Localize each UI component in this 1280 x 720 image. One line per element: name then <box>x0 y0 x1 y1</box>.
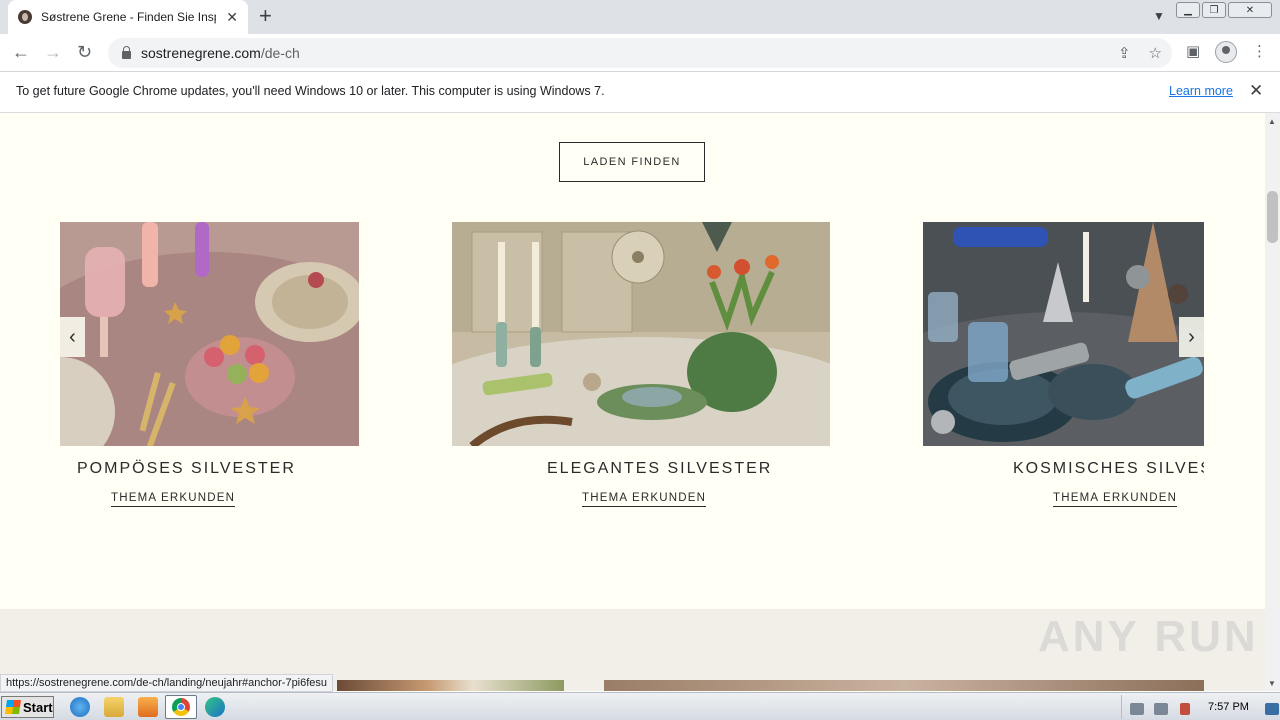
start-button[interactable]: Start <box>1 696 54 718</box>
address-bar[interactable]: sostrenegrene.com /de-ch ⇪ ☆ <box>108 38 1172 68</box>
tab-search-chevron-icon[interactable]: ▼ <box>1153 9 1165 23</box>
browser-toolbar: ← → ↻ sostrenegrene.com /de-ch ⇪ ☆ ▣ ⋮ <box>0 34 1280 72</box>
internet-explorer-icon[interactable] <box>70 697 90 717</box>
volume-icon[interactable] <box>1130 703 1144 715</box>
menu-kebab-icon[interactable]: ⋮ <box>1252 42 1267 60</box>
card-title-elegantes[interactable]: ELEGANTES SILVESTER <box>547 460 772 478</box>
share-icon[interactable]: ⇪ <box>1118 44 1131 62</box>
profile-avatar-icon[interactable] <box>1215 41 1237 63</box>
next-section-image-right[interactable] <box>604 680 1204 691</box>
carousel-prev-chevron-icon[interactable]: ‹ <box>60 317 85 357</box>
card-link-elegantes[interactable]: THEMA ERKUNDEN <box>582 492 707 507</box>
scroll-up-arrow-icon[interactable]: ▲ <box>1268 117 1276 126</box>
card-link-kosmisches[interactable]: THEMA ERKUNDEN <box>1053 492 1178 507</box>
chrome-icon <box>172 698 190 716</box>
windows-logo-icon <box>5 700 21 714</box>
card-link-pompoes[interactable]: THEMA ERKUNDEN <box>111 492 236 507</box>
tab-title: Søstrene Grene - Finden Sie Inspirat <box>41 10 216 24</box>
new-tab-icon[interactable]: + <box>259 5 272 27</box>
lock-icon[interactable] <box>122 45 131 59</box>
infobar-close-icon[interactable]: ✕ <box>1249 81 1263 101</box>
restore-icon[interactable]: ❐ <box>1202 2 1226 18</box>
learn-more-link[interactable]: Learn more <box>1169 84 1233 98</box>
chrome-taskbar-button[interactable] <box>165 695 197 719</box>
tab-strip: Søstrene Grene - Finden Sie Inspirat ✕ +… <box>0 0 1280 34</box>
back-arrow-icon[interactable]: ← <box>12 42 30 62</box>
taskbar-clock[interactable]: 7:57 PM <box>1208 701 1249 713</box>
card-image-elegantes[interactable] <box>452 222 830 446</box>
status-bar-url: https://sostrenegrene.com/de-ch/landing/… <box>0 674 334 692</box>
find-store-button[interactable]: LADEN FINDEN <box>559 142 705 182</box>
card-image-pompoes[interactable] <box>60 222 359 446</box>
carousel-next-chevron-icon[interactable]: › <box>1179 317 1204 357</box>
site-favicon-icon <box>18 10 32 24</box>
card-title-kosmisches[interactable]: KOSMISCHES SILVESTER <box>1013 460 1204 478</box>
window-controls: ▁ ❐ ✕ <box>1174 2 1272 18</box>
next-section-image-left[interactable] <box>337 680 564 691</box>
forward-arrow-icon[interactable]: → <box>44 42 62 62</box>
url-host: sostrenegrene.com <box>141 45 261 61</box>
anyrun-watermark: ANY RUN <box>1038 612 1259 661</box>
scroll-down-arrow-icon[interactable]: ▼ <box>1268 679 1276 688</box>
file-explorer-icon[interactable] <box>104 697 124 717</box>
reload-icon[interactable]: ↻ <box>77 42 92 62</box>
windows-taskbar: Start 7:57 PM <box>0 692 1280 720</box>
infobar-message: To get future Google Chrome updates, you… <box>16 84 605 98</box>
side-panel-icon[interactable]: ▣ <box>1186 42 1200 60</box>
bookmark-star-icon[interactable]: ☆ <box>1149 44 1162 62</box>
edge-icon[interactable] <box>205 697 225 717</box>
show-desktop-icon[interactable] <box>1265 703 1279 715</box>
minimize-icon[interactable]: ▁ <box>1176 2 1200 18</box>
window-close-icon[interactable]: ✕ <box>1228 2 1272 18</box>
update-infobar: To get future Google Chrome updates, you… <box>0 72 1280 113</box>
page-content: LADEN FINDEN ‹ POMPÖSES SILVESTER THEMA … <box>0 113 1265 691</box>
tab-close-icon[interactable]: ✕ <box>226 9 238 26</box>
media-player-icon[interactable] <box>138 697 158 717</box>
scroll-thumb[interactable] <box>1267 191 1278 243</box>
page-scrollbar[interactable]: ▲ ▼ <box>1265 113 1280 691</box>
card-image-kosmisches[interactable] <box>923 222 1204 446</box>
system-tray <box>1121 695 1280 719</box>
active-tab[interactable]: Søstrene Grene - Finden Sie Inspirat ✕ <box>8 0 248 34</box>
network-icon[interactable] <box>1154 703 1168 715</box>
action-center-flag-icon[interactable] <box>1180 703 1190 715</box>
url-path: /de-ch <box>260 45 300 61</box>
start-label: Start <box>23 699 53 715</box>
card-title-pompoes[interactable]: POMPÖSES SILVESTER <box>77 460 296 478</box>
